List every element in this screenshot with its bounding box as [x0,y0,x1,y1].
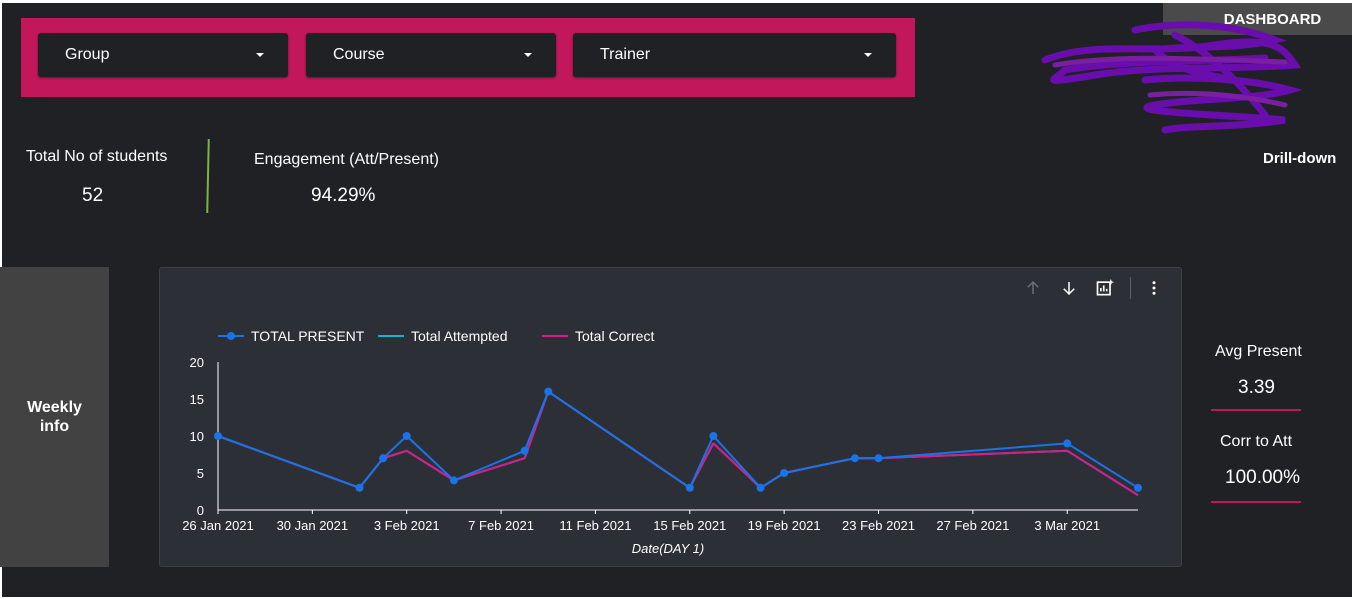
avg-present-title: Avg Present [1215,343,1302,360]
x-tick-label: 30 Jan 2021 [277,518,349,533]
data-point [709,432,718,440]
redaction-scribble [1041,21,1303,134]
caret-down-icon [864,53,872,57]
total-students-title: Total No of students [26,148,168,165]
data-point [874,454,883,463]
legend-label: Total Attempted [411,328,508,344]
weekly-info-panel: Weekly info [0,267,109,567]
weekly-info-line1: Weekly [27,399,82,416]
engagement-value: 94.29% [311,185,376,206]
chart-legend: TOTAL PRESENT Total Attempted Total Correc… [218,328,654,344]
chart-card: TOTAL PRESENT Total Attempted Total Correc… [159,267,1182,567]
x-tick-label: 15 Feb 2021 [653,518,726,533]
drill-down-link[interactable]: Drill-down [1263,150,1336,167]
x-axis-title: Date(DAY 1) [632,541,705,556]
caret-down-icon [256,53,264,57]
data-point [544,387,553,396]
data-point [214,432,222,440]
y-tick-label: 10 [190,429,204,444]
legend-label: TOTAL PRESENT [251,328,365,344]
weekly-info-line2: info [39,418,70,435]
data-point [685,483,694,492]
line-chart: TOTAL PRESENT Total Attempted Total Correc… [182,328,1142,556]
corr-att-title: Corr to Att [1220,433,1293,450]
data-point [355,483,364,492]
group-filter-label: Group [65,46,110,63]
x-tick-label: 27 Feb 2021 [936,518,1009,533]
series-line-total-present [217,390,1139,489]
engagement-title: Engagement (Att/Present) [254,151,439,168]
data-point [850,454,859,463]
x-tick-label: 7 Feb 2021 [468,518,534,533]
course-filter-label: Course [333,46,385,63]
data-point [756,483,765,492]
x-axis: 26 Jan 2021 30 Jan 2021 3 Feb 2021 7 Feb 20… [182,509,1138,533]
x-tick-label: 3 Mar 2021 [1034,518,1100,533]
kpi-divider [206,138,210,214]
total-students-value: 52 [82,185,104,206]
group-filter-dropdown[interactable]: Group [38,33,288,77]
caret-down-icon [524,53,532,57]
trainer-filter-label: Trainer [600,46,651,63]
corr-att-value: 100.00% [1225,467,1301,488]
y-tick-label: 0 [197,503,204,518]
x-tick-label: 19 Feb 2021 [748,518,821,533]
data-point [402,432,411,440]
frame-border-top [0,0,1352,3]
series-layer [214,387,1142,497]
x-tick-label: 11 Feb 2021 [559,518,631,533]
data-point [780,469,789,477]
y-tick-label: 5 [197,466,204,481]
trainer-filter-dropdown[interactable]: Trainer [573,33,896,77]
x-tick-label: 26 Jan 2021 [182,518,254,533]
data-point [1134,483,1142,492]
legend-marker [227,332,235,340]
y-tick-label: 20 [190,355,204,370]
corr-att-underline [1211,501,1301,503]
data-point [520,446,529,455]
y-tick-label: 15 [190,392,204,407]
avg-present-underline [1211,409,1301,411]
avg-present-value: 3.39 [1238,377,1275,398]
course-filter-dropdown[interactable]: Course [306,33,556,77]
legend-label: Total Correct [575,328,654,344]
filter-bar: Group Course Trainer [21,18,915,97]
data-point [449,476,458,485]
data-point [1063,439,1072,448]
x-tick-label: 23 Feb 2021 [842,518,915,533]
y-axis: 0 5 10 15 20 [190,355,219,518]
x-tick-label: 3 Feb 2021 [374,518,440,533]
data-point [379,454,388,463]
